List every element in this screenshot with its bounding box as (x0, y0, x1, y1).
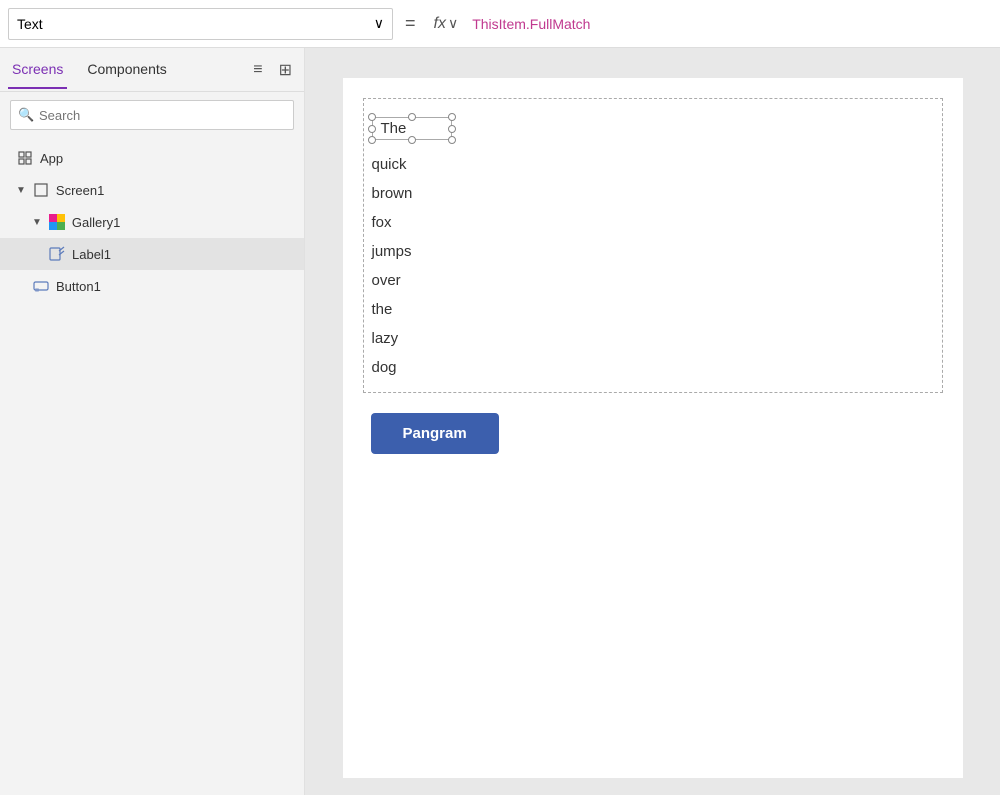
list-item: the (364, 295, 942, 324)
label-icon (48, 245, 66, 263)
chevron-gallery1: ▼ (32, 217, 42, 228)
handle-tl[interactable] (368, 113, 376, 121)
tree-label-app: App (40, 151, 63, 166)
search-wrapper: 🔍 (10, 100, 294, 130)
list-item: jumps (364, 237, 942, 266)
list-item: dog (364, 353, 942, 382)
search-input[interactable] (10, 100, 294, 130)
list-item: lazy (364, 324, 942, 353)
list-item: over (364, 266, 942, 295)
button-icon (32, 277, 50, 295)
list-item: fox (364, 208, 942, 237)
main-layout: Screens Components ≡ ⊞ 🔍 App ▼ (0, 48, 1000, 795)
sidebar-tabs: Screens Components ≡ ⊞ (0, 48, 304, 92)
property-selector-label: Text (17, 16, 43, 32)
tree-view: App ▼ Screen1 ▼ (0, 138, 304, 795)
tree-label-gallery1: Gallery1 (72, 215, 120, 230)
sidebar: Screens Components ≡ ⊞ 🔍 App ▼ (0, 48, 305, 795)
list-item: brown (364, 179, 942, 208)
handle-bl[interactable] (368, 136, 376, 144)
tree-item-label1[interactable]: Label1 (0, 238, 304, 270)
tab-components[interactable]: Components (83, 51, 170, 89)
equals-sign: = (401, 13, 420, 34)
tree-label-button1: Button1 (56, 279, 101, 294)
handle-mr[interactable] (448, 125, 456, 133)
formula-expression[interactable]: ThisItem.FullMatch (472, 16, 992, 32)
handle-tm[interactable] (408, 113, 416, 121)
tab-screens[interactable]: Screens (8, 51, 67, 89)
search-box: 🔍 (0, 92, 304, 138)
list-item: quick (364, 150, 942, 179)
app-icon (16, 149, 34, 167)
gallery-container: The quick brown fox jumps over the lazy … (363, 98, 943, 393)
fx-chevron: ∨ (448, 15, 458, 32)
property-selector[interactable]: Text ∨ (8, 8, 393, 40)
gallery-icon (48, 213, 66, 231)
tree-label-label1: Label1 (72, 247, 111, 262)
label-selected[interactable]: The (372, 117, 452, 140)
screen-icon (32, 181, 50, 199)
tree-item-gallery1[interactable]: ▼ Gallery1 (0, 206, 304, 238)
tree-item-screen1[interactable]: ▼ Screen1 (0, 174, 304, 206)
handle-bm[interactable] (408, 136, 416, 144)
fx-button[interactable]: fx ∨ (428, 11, 465, 37)
canvas-frame: The quick brown fox jumps over the lazy … (343, 78, 963, 778)
handle-br[interactable] (448, 136, 456, 144)
canvas-area[interactable]: The quick brown fox jumps over the lazy … (305, 48, 1000, 795)
grid-view-button[interactable]: ⊞ (275, 56, 296, 84)
tree-label-screen1: Screen1 (56, 183, 104, 198)
sidebar-tab-icons: ≡ ⊞ (249, 56, 296, 84)
tree-item-button1[interactable]: Button1 (0, 270, 304, 302)
chevron-screen1: ▼ (16, 185, 26, 196)
list-view-button[interactable]: ≡ (249, 56, 266, 84)
handle-ml[interactable] (368, 125, 376, 133)
handle-tr[interactable] (448, 113, 456, 121)
search-icon: 🔍 (18, 107, 34, 123)
property-selector-chevron: ∨ (374, 15, 384, 32)
tree-item-app[interactable]: App (0, 142, 304, 174)
pangram-button[interactable]: Pangram (371, 413, 499, 454)
formula-bar: Text ∨ = fx ∨ ThisItem.FullMatch (0, 0, 1000, 48)
fx-icon: fx (434, 15, 446, 33)
